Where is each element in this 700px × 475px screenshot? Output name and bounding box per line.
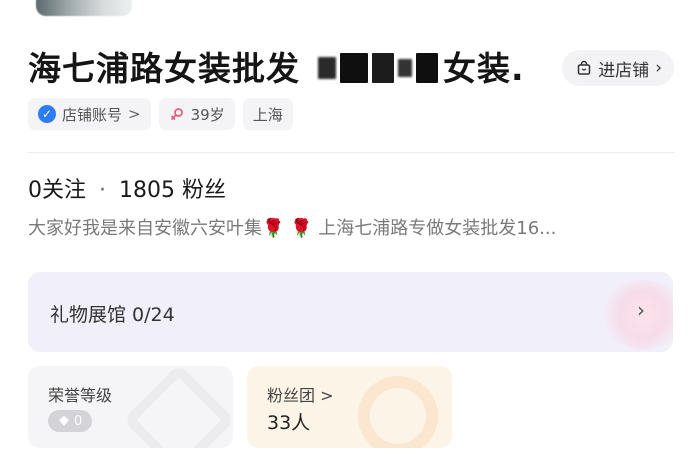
- diamond-decoration-icon: [122, 366, 233, 448]
- follow-stats: 0关注 · 1805 粉丝: [28, 172, 226, 204]
- fans-club-title: 粉丝团 >: [267, 386, 334, 405]
- page-title: 海七浦路女装批发: [28, 44, 300, 94]
- chevron-right-icon: >: [128, 105, 141, 123]
- gift-hall-title: 礼物展馆 0/24: [50, 300, 175, 327]
- stats-separator: ·: [99, 178, 107, 203]
- chevron-right-icon: >: [320, 386, 334, 405]
- female-icon: [170, 108, 183, 120]
- honor-level-badge: 0: [48, 410, 93, 432]
- fans-club-count: 33人: [267, 412, 311, 434]
- page-title-main: 海七浦路女装批发: [28, 49, 300, 88]
- avatar[interactable]: [36, 0, 132, 16]
- honor-level-title: 荣誉等级: [48, 386, 113, 405]
- tag-label: 店铺账号: [62, 105, 123, 124]
- gift-hall-count: 0/24: [132, 304, 175, 326]
- honor-level-value: 0: [74, 413, 83, 429]
- gift-hall-label: 礼物展馆: [50, 304, 127, 326]
- following-label[interactable]: 关注: [42, 178, 86, 203]
- ring-decoration-icon: [358, 376, 438, 448]
- enter-shop-label: 进店铺: [598, 60, 650, 81]
- shopping-bag-icon: [577, 60, 591, 75]
- bio-text: 大家好我是来自安徽六安叶集: [28, 218, 262, 239]
- fans-club-card[interactable]: 粉丝团 > 33人: [247, 366, 452, 448]
- tag-shop-account[interactable]: ✓ 店铺账号 >: [28, 98, 151, 130]
- gift-hall-card[interactable]: 礼物展馆 0/24 ›: [28, 272, 673, 352]
- tag-age: 39岁: [158, 98, 235, 130]
- chevron-right-icon: ›: [637, 298, 645, 322]
- followers-label[interactable]: 粉丝: [182, 178, 226, 203]
- honor-level-card[interactable]: 荣誉等级 0: [28, 366, 233, 448]
- chevron-right-icon: ›: [655, 58, 662, 78]
- tag-label: 上海: [252, 105, 283, 124]
- title-row: 海七浦路女装批发 女装. 进店铺 ›: [28, 44, 674, 94]
- rose-emoji-icon: 🌹 🌹: [262, 218, 313, 239]
- redaction-block: [318, 50, 438, 86]
- profile-bio[interactable]: 大家好我是来自安徽六安叶集🌹 🌹 上海七浦路专做女装批发16...: [28, 214, 678, 240]
- following-count[interactable]: 0: [28, 178, 42, 203]
- tag-location: 上海: [242, 98, 293, 130]
- profile-tags: ✓ 店铺账号 > 39岁 上海: [28, 98, 293, 130]
- divider: [28, 152, 674, 153]
- diamond-icon: [59, 416, 69, 426]
- bio-text-continued: 上海七浦路专做女装批发16...: [312, 218, 557, 239]
- tag-label: 39岁: [190, 105, 225, 124]
- followers-count[interactable]: 1805: [119, 178, 175, 203]
- enter-shop-button[interactable]: 进店铺 ›: [562, 50, 674, 86]
- page-title-suffix: 女装.: [443, 49, 525, 88]
- verified-badge-icon: ✓: [38, 105, 56, 123]
